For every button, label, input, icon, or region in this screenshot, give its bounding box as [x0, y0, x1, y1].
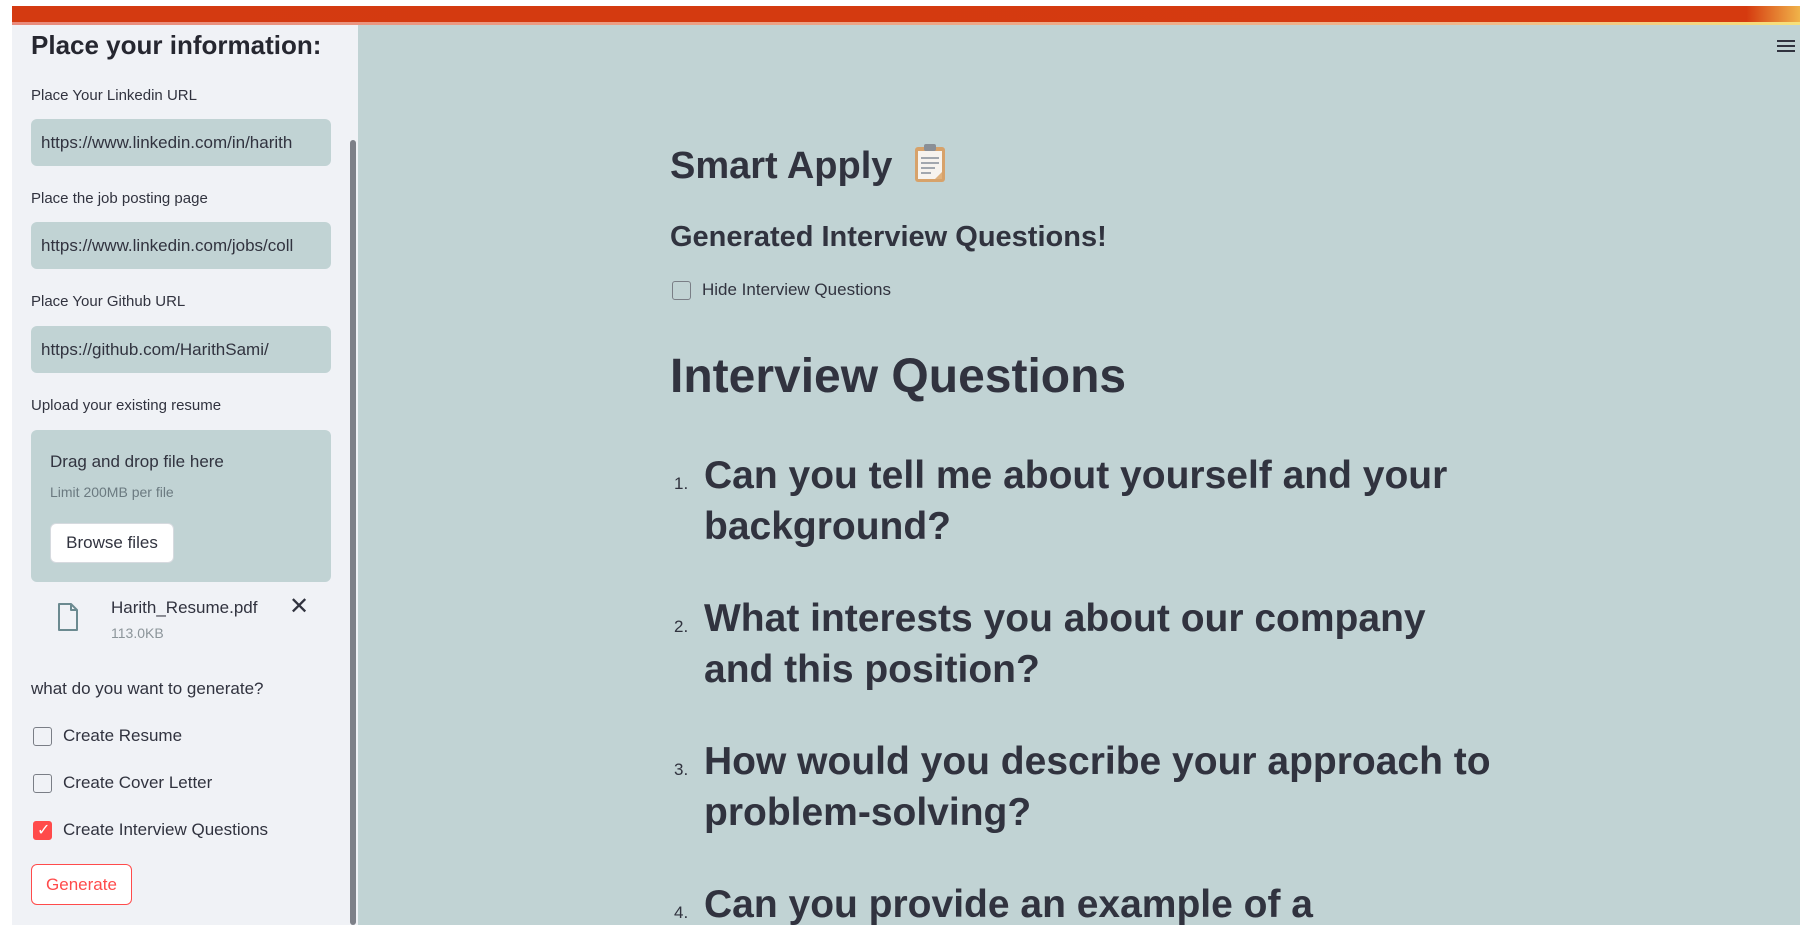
generated-questions-subheading: Generated Interview Questions! — [670, 221, 1107, 253]
checkbox-label: Create Resume — [63, 726, 183, 745]
job-posting-label: Place the job posting page — [31, 190, 208, 207]
file-dropzone[interactable]: Drag and drop file here Limit 200MB per … — [31, 430, 331, 582]
job-posting-url-input[interactable]: https://www.linkedin.com/jobs/coll — [31, 222, 331, 269]
sidebar-scrollbar[interactable] — [350, 140, 356, 925]
file-icon — [58, 603, 78, 631]
list-item-number: 4. — [674, 903, 689, 922]
dropzone-title: Drag and drop file here — [50, 452, 224, 471]
upload-label: Upload your existing resume — [31, 397, 222, 414]
list-item-number: 3. — [674, 760, 689, 779]
checkbox-label: Hide Interview Questions — [702, 280, 891, 299]
remove-file-icon[interactable]: ✕ — [289, 595, 309, 619]
checkbox-label: Create Interview Questions — [63, 820, 269, 839]
browse-files-button[interactable]: Browse files — [50, 523, 174, 563]
interview-questions-heading: Interview Questions — [670, 350, 1127, 403]
checkbox-box-checked[interactable]: ✓ — [33, 821, 52, 840]
file-name: Harith_Resume.pdf — [111, 598, 258, 617]
page-title: Smart Apply — [670, 142, 947, 188]
checkbox-box[interactable] — [33, 774, 52, 793]
list-item-text: Can you provide an example of a — [704, 883, 1313, 925]
github-url-input[interactable]: https://github.com/HarithSami/ — [31, 326, 331, 373]
clipboard-icon — [914, 144, 945, 182]
linkedin-url-input[interactable]: https://www.linkedin.com/in/harith — [31, 119, 331, 166]
dropzone-limit: Limit 200MB per file — [50, 484, 174, 500]
hamburger-menu-icon[interactable] — [1777, 40, 1797, 60]
sidebar-title: Place your information: — [31, 30, 322, 60]
generate-button[interactable]: Generate — [31, 864, 132, 905]
checkbox-box[interactable] — [33, 727, 52, 746]
list-item-number: 1. — [674, 474, 689, 493]
checkmark-icon: ✓ — [37, 822, 51, 839]
checkbox-label: Create Cover Letter — [63, 773, 213, 792]
checkbox-box[interactable] — [672, 281, 691, 300]
list-item-number: 2. — [674, 617, 689, 636]
generate-question-label: what do you want to generate? — [31, 679, 264, 698]
list-item-text: Can you tell me about yourself and your … — [704, 454, 1448, 548]
file-size: 113.0KB — [111, 625, 164, 641]
linkedin-label: Place Your Linkedin URL — [31, 87, 197, 104]
list-item-text: How would you describe your approach to … — [704, 740, 1491, 834]
list-item-text: What interests you about our company and… — [704, 597, 1426, 691]
uploaded-file-item: Harith_Resume.pdf 113.0KB ✕ — [31, 595, 331, 645]
page-title-text: Smart Apply — [670, 145, 893, 187]
github-label: Place Your Github URL — [31, 293, 186, 310]
